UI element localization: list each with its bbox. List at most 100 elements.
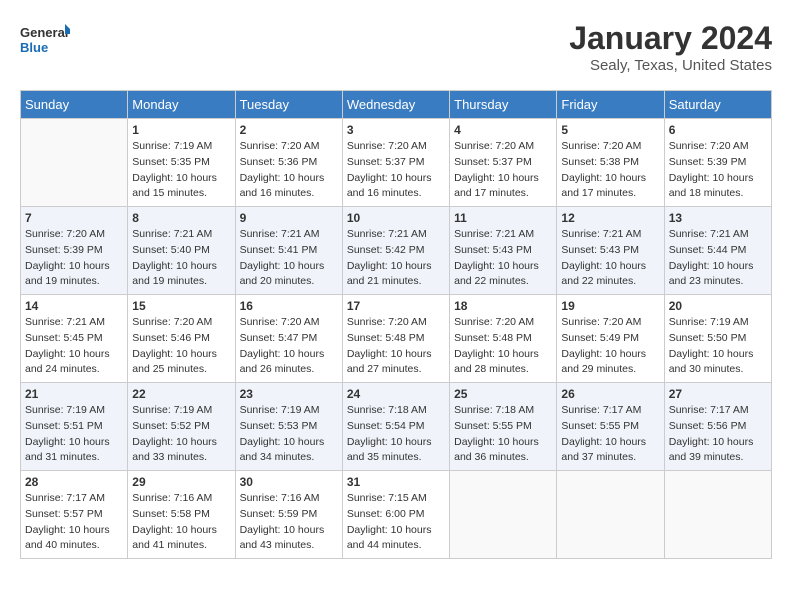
table-row: 16 Sunrise: 7:20 AM Sunset: 5:47 PM Dayli… (235, 295, 342, 383)
table-row: 2 Sunrise: 7:20 AM Sunset: 5:36 PM Daylig… (235, 119, 342, 207)
table-row: 1 Sunrise: 7:19 AM Sunset: 5:35 PM Daylig… (128, 119, 235, 207)
day-info: Sunrise: 7:17 AM Sunset: 5:55 PM Dayligh… (561, 403, 659, 466)
day-number: 10 (347, 211, 445, 225)
day-info: Sunrise: 7:19 AM Sunset: 5:51 PM Dayligh… (25, 403, 123, 466)
day-number: 5 (561, 123, 659, 137)
table-row: 3Sunrise: 7:20 AM Sunset: 5:37 PM Daylig… (342, 119, 449, 207)
header-saturday: Saturday (664, 91, 771, 119)
table-row: 25 Sunrise: 7:18 AM Sunset: 5:55 PM Dayli… (450, 383, 557, 471)
day-number: 8 (132, 211, 230, 225)
table-row: 30 Sunrise: 7:16 AM Sunset: 5:59 PM Dayli… (235, 471, 342, 559)
day-info: Sunrise: 7:20 AM Sunset: 5:37 PM Dayligh… (454, 139, 552, 202)
table-row: 22 Sunrise: 7:19 AM Sunset: 5:52 PM Dayli… (128, 383, 235, 471)
table-row: 19 Sunrise: 7:20 AM Sunset: 5:49 PM Dayli… (557, 295, 664, 383)
day-info: Sunrise: 7:18 AM Sunset: 5:54 PM Dayligh… (347, 403, 445, 466)
day-number: 2 (240, 123, 338, 137)
table-row: 12Sunrise: 7:21 AM Sunset: 5:43 PM Dayli… (557, 207, 664, 295)
day-number: 29 (132, 475, 230, 489)
day-info: Sunrise: 7:19 AM Sunset: 5:50 PM Dayligh… (669, 315, 767, 378)
day-number: 19 (561, 299, 659, 313)
day-number: 7 (25, 211, 123, 225)
day-info: Sunrise: 7:20 AM Sunset: 5:49 PM Dayligh… (561, 315, 659, 378)
calendar-table: SundayMondayTuesdayWednesdayThursdayFrid… (20, 90, 772, 559)
day-info: Sunrise: 7:15 AM Sunset: 6:00 PM Dayligh… (347, 491, 445, 554)
table-row: 29Sunrise: 7:16 AM Sunset: 5:58 PM Dayli… (128, 471, 235, 559)
page-title: January 2024 (569, 20, 772, 57)
day-number: 26 (561, 387, 659, 401)
logo: General Blue (20, 20, 70, 60)
day-number: 13 (669, 211, 767, 225)
day-number: 25 (454, 387, 552, 401)
day-info: Sunrise: 7:21 AM Sunset: 5:43 PM Dayligh… (561, 227, 659, 290)
table-row: 28 Sunrise: 7:17 AM Sunset: 5:57 PM Dayli… (21, 471, 128, 559)
table-row (450, 471, 557, 559)
day-number: 18 (454, 299, 552, 313)
header-friday: Friday (557, 91, 664, 119)
table-row: 26 Sunrise: 7:17 AM Sunset: 5:55 PM Dayli… (557, 383, 664, 471)
day-info: Sunrise: 7:21 AM Sunset: 5:41 PM Dayligh… (240, 227, 338, 290)
day-number: 27 (669, 387, 767, 401)
table-row (557, 471, 664, 559)
header-monday: Monday (128, 91, 235, 119)
table-row: 5Sunrise: 7:20 AM Sunset: 5:38 PM Daylig… (557, 119, 664, 207)
day-info: Sunrise: 7:19 AM Sunset: 5:53 PM Dayligh… (240, 403, 338, 466)
table-row: 15Sunrise: 7:20 AM Sunset: 5:46 PM Dayli… (128, 295, 235, 383)
day-number: 14 (25, 299, 123, 313)
day-info: Sunrise: 7:21 AM Sunset: 5:42 PM Dayligh… (347, 227, 445, 290)
table-row: 18 Sunrise: 7:20 AM Sunset: 5:48 PM Dayli… (450, 295, 557, 383)
table-row: 4 Sunrise: 7:20 AM Sunset: 5:37 PM Daylig… (450, 119, 557, 207)
table-row: 21 Sunrise: 7:19 AM Sunset: 5:51 PM Dayli… (21, 383, 128, 471)
logo-svg: General Blue (20, 20, 70, 60)
day-number: 21 (25, 387, 123, 401)
calendar-week-row: 21 Sunrise: 7:19 AM Sunset: 5:51 PM Dayli… (21, 383, 772, 471)
day-number: 31 (347, 475, 445, 489)
title-block: January 2024 Sealy, Texas, United States (569, 20, 772, 74)
table-row: 10 Sunrise: 7:21 AM Sunset: 5:42 PM Dayli… (342, 207, 449, 295)
calendar-week-row: 14 Sunrise: 7:21 AM Sunset: 5:45 PM Dayli… (21, 295, 772, 383)
day-info: Sunrise: 7:20 AM Sunset: 5:48 PM Dayligh… (347, 315, 445, 378)
day-info: Sunrise: 7:19 AM Sunset: 5:52 PM Dayligh… (132, 403, 230, 466)
day-info: Sunrise: 7:20 AM Sunset: 5:39 PM Dayligh… (669, 139, 767, 202)
table-row: 9 Sunrise: 7:21 AM Sunset: 5:41 PM Daylig… (235, 207, 342, 295)
day-number: 24 (347, 387, 445, 401)
day-info: Sunrise: 7:19 AM Sunset: 5:35 PM Dayligh… (132, 139, 230, 202)
day-info: Sunrise: 7:21 AM Sunset: 5:40 PM Dayligh… (132, 227, 230, 290)
svg-text:Blue: Blue (20, 40, 48, 55)
table-row: 8 Sunrise: 7:21 AM Sunset: 5:40 PM Daylig… (128, 207, 235, 295)
table-row: 17 Sunrise: 7:20 AM Sunset: 5:48 PM Dayli… (342, 295, 449, 383)
day-info: Sunrise: 7:21 AM Sunset: 5:44 PM Dayligh… (669, 227, 767, 290)
table-row: 20 Sunrise: 7:19 AM Sunset: 5:50 PM Dayli… (664, 295, 771, 383)
day-info: Sunrise: 7:18 AM Sunset: 5:55 PM Dayligh… (454, 403, 552, 466)
page-subtitle: Sealy, Texas, United States (569, 57, 772, 74)
day-info: Sunrise: 7:17 AM Sunset: 5:56 PM Dayligh… (669, 403, 767, 466)
day-number: 28 (25, 475, 123, 489)
day-number: 4 (454, 123, 552, 137)
day-number: 30 (240, 475, 338, 489)
header-sunday: Sunday (21, 91, 128, 119)
day-number: 23 (240, 387, 338, 401)
calendar-week-row: 28 Sunrise: 7:17 AM Sunset: 5:57 PM Dayli… (21, 471, 772, 559)
table-row: 7 Sunrise: 7:20 AM Sunset: 5:39 PM Daylig… (21, 207, 128, 295)
day-info: Sunrise: 7:16 AM Sunset: 5:59 PM Dayligh… (240, 491, 338, 554)
day-number: 11 (454, 211, 552, 225)
day-number: 6 (669, 123, 767, 137)
calendar-week-row: 7 Sunrise: 7:20 AM Sunset: 5:39 PM Daylig… (21, 207, 772, 295)
day-number: 17 (347, 299, 445, 313)
day-info: Sunrise: 7:20 AM Sunset: 5:48 PM Dayligh… (454, 315, 552, 378)
day-info: Sunrise: 7:21 AM Sunset: 5:45 PM Dayligh… (25, 315, 123, 378)
day-info: Sunrise: 7:20 AM Sunset: 5:39 PM Dayligh… (25, 227, 123, 290)
day-info: Sunrise: 7:21 AM Sunset: 5:43 PM Dayligh… (454, 227, 552, 290)
day-info: Sunrise: 7:17 AM Sunset: 5:57 PM Dayligh… (25, 491, 123, 554)
day-number: 1 (132, 123, 230, 137)
day-info: Sunrise: 7:20 AM Sunset: 5:37 PM Dayligh… (347, 139, 445, 202)
header-tuesday: Tuesday (235, 91, 342, 119)
day-number: 9 (240, 211, 338, 225)
table-row: 31 Sunrise: 7:15 AM Sunset: 6:00 PM Dayli… (342, 471, 449, 559)
day-info: Sunrise: 7:20 AM Sunset: 5:47 PM Dayligh… (240, 315, 338, 378)
day-number: 22 (132, 387, 230, 401)
day-number: 20 (669, 299, 767, 313)
day-number: 16 (240, 299, 338, 313)
day-info: Sunrise: 7:20 AM Sunset: 5:36 PM Dayligh… (240, 139, 338, 202)
svg-text:General: General (20, 25, 68, 40)
header-wednesday: Wednesday (342, 91, 449, 119)
